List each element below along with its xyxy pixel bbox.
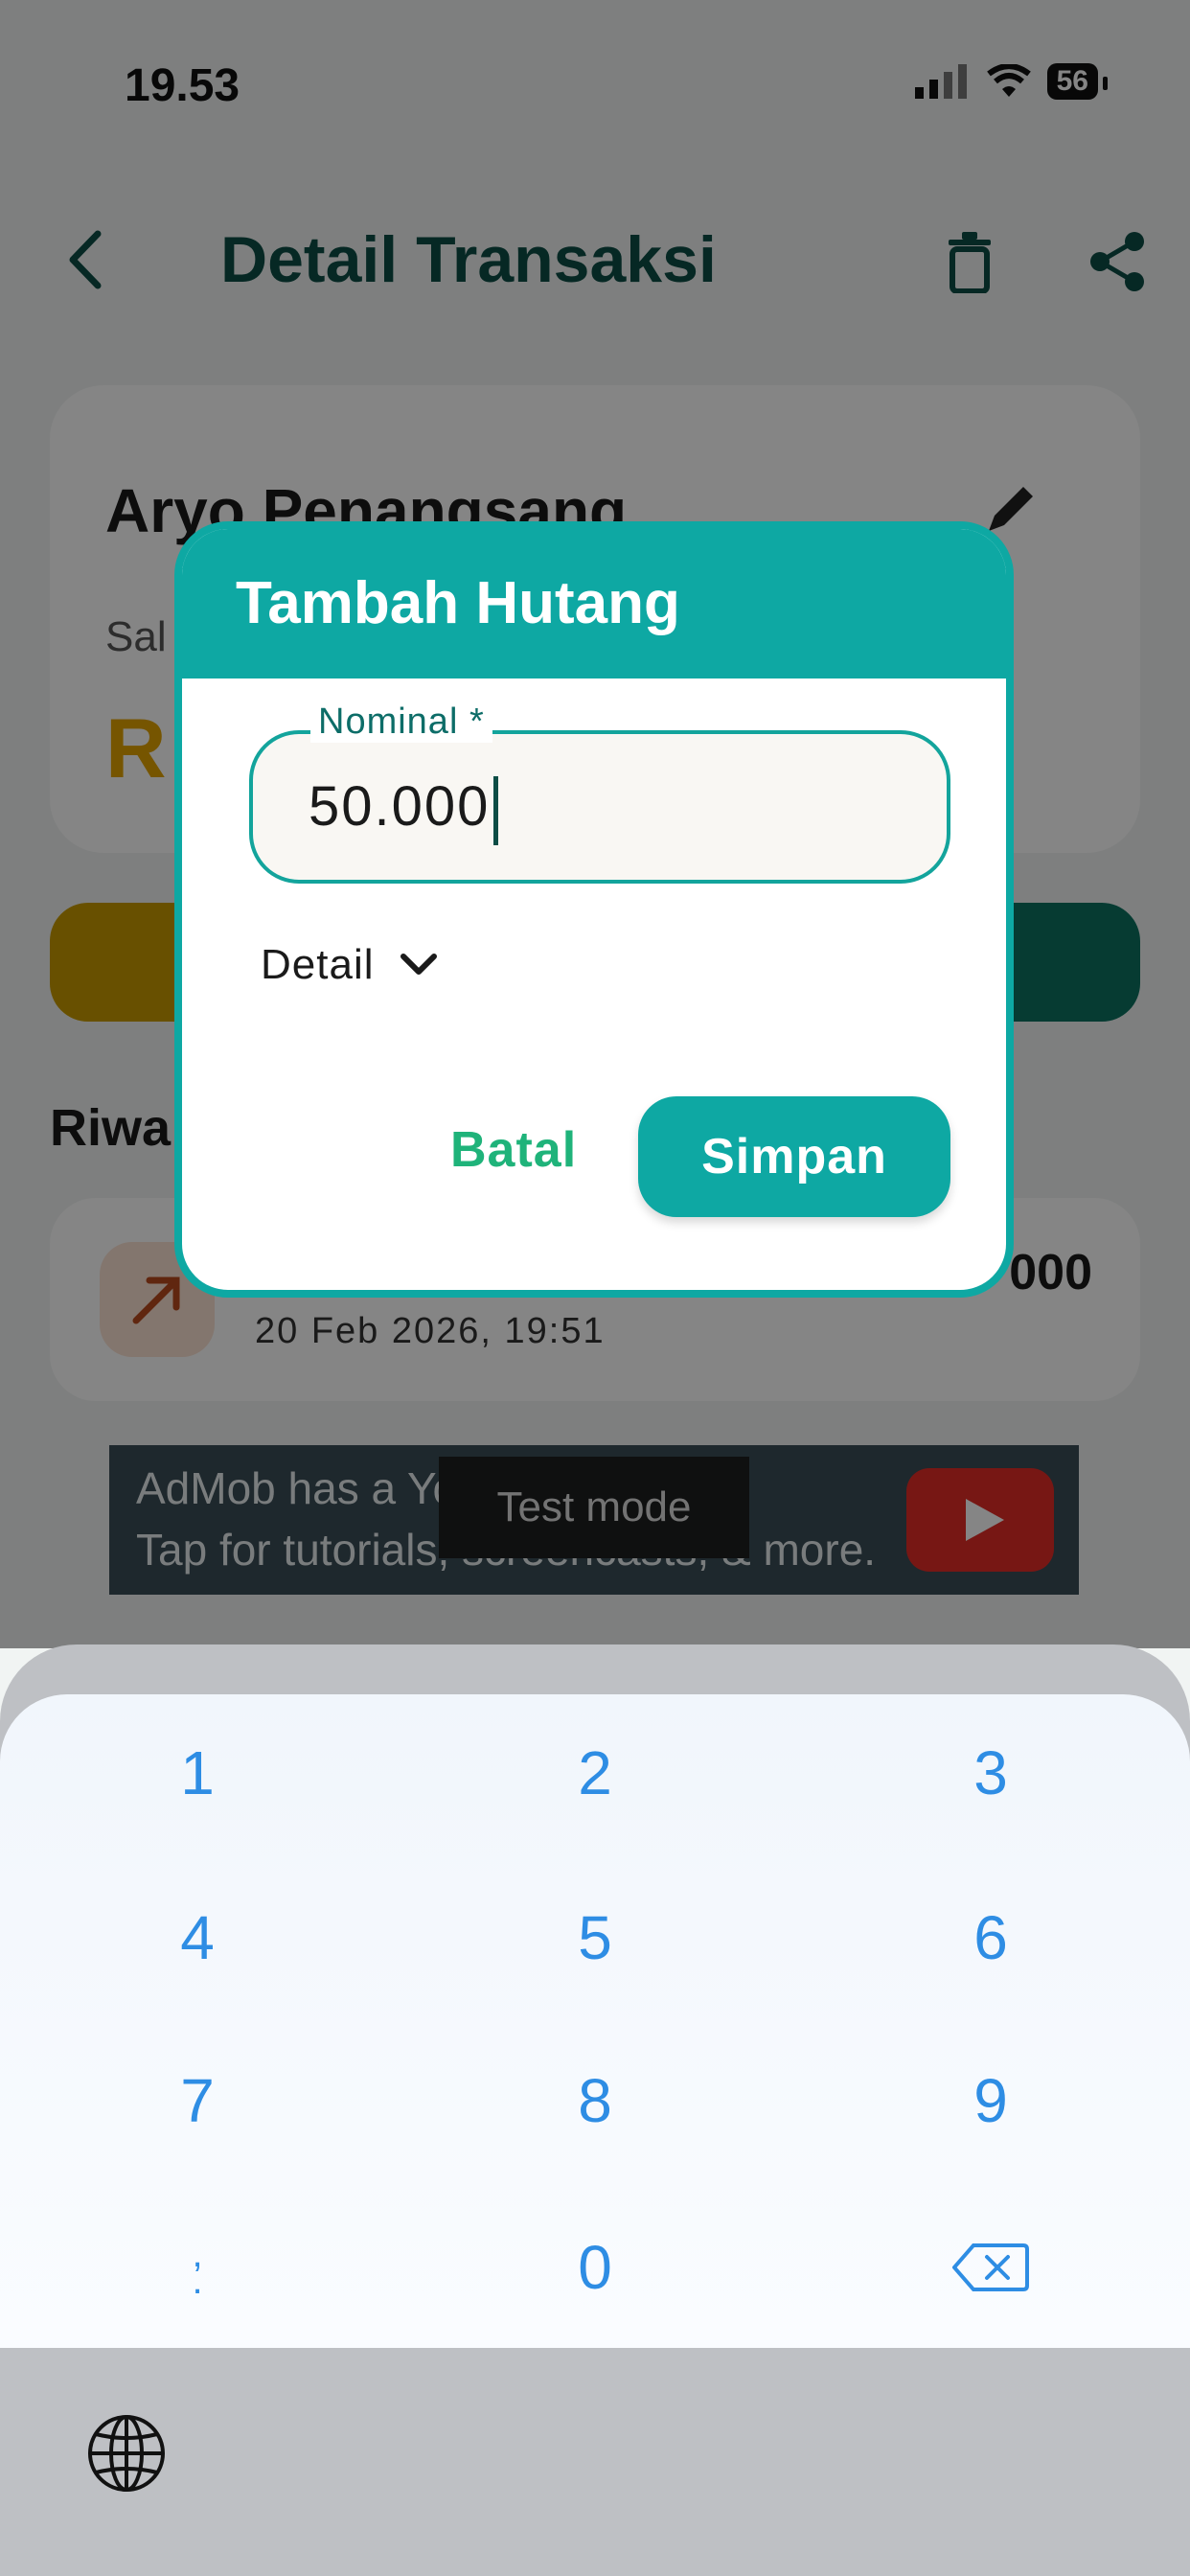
app-screen: 19.53 56 Detail Transaksi Aryo Penangsan…: [0, 0, 1190, 2576]
nominal-value: 50.000: [309, 775, 491, 838]
nominal-input[interactable]: 50.000: [309, 774, 499, 845]
cancel-button[interactable]: Batal: [450, 1121, 577, 1179]
globe-icon[interactable]: [86, 2413, 167, 2494]
key-5[interactable]: 5: [499, 1880, 691, 1995]
key-7[interactable]: 7: [102, 2043, 293, 2158]
key-6[interactable]: 6: [895, 1880, 1087, 1995]
nominal-label: Nominal *: [310, 702, 492, 743]
backspace-key[interactable]: [895, 2210, 1087, 2325]
dialog-header: Tambah Hutang: [182, 529, 1006, 678]
key-2[interactable]: 2: [499, 1715, 691, 1830]
key-9[interactable]: 9: [895, 2043, 1087, 2158]
keyboard-bottom-bar: [0, 2348, 1190, 2576]
key-3[interactable]: 3: [895, 1715, 1087, 1830]
detail-label: Detail: [261, 941, 375, 988]
key-1[interactable]: 1: [102, 1715, 293, 1830]
key-8[interactable]: 8: [499, 2043, 691, 2158]
chevron-down-icon: [400, 954, 437, 975]
add-debt-dialog: Tambah Hutang Nominal * 50.000 Detail Ba…: [174, 521, 1014, 1298]
key-4[interactable]: 4: [102, 1880, 293, 1995]
key-0[interactable]: 0: [499, 2210, 691, 2325]
detail-toggle[interactable]: Detail: [261, 941, 438, 989]
save-button[interactable]: Simpan: [638, 1096, 950, 1217]
text-cursor: [493, 775, 499, 845]
nominal-field[interactable]: Nominal * 50.000: [249, 702, 950, 884]
key-decimal[interactable]: , .: [102, 2210, 293, 2325]
dialog-title: Tambah Hutang: [236, 570, 680, 636]
backspace-icon: [952, 2243, 1029, 2291]
